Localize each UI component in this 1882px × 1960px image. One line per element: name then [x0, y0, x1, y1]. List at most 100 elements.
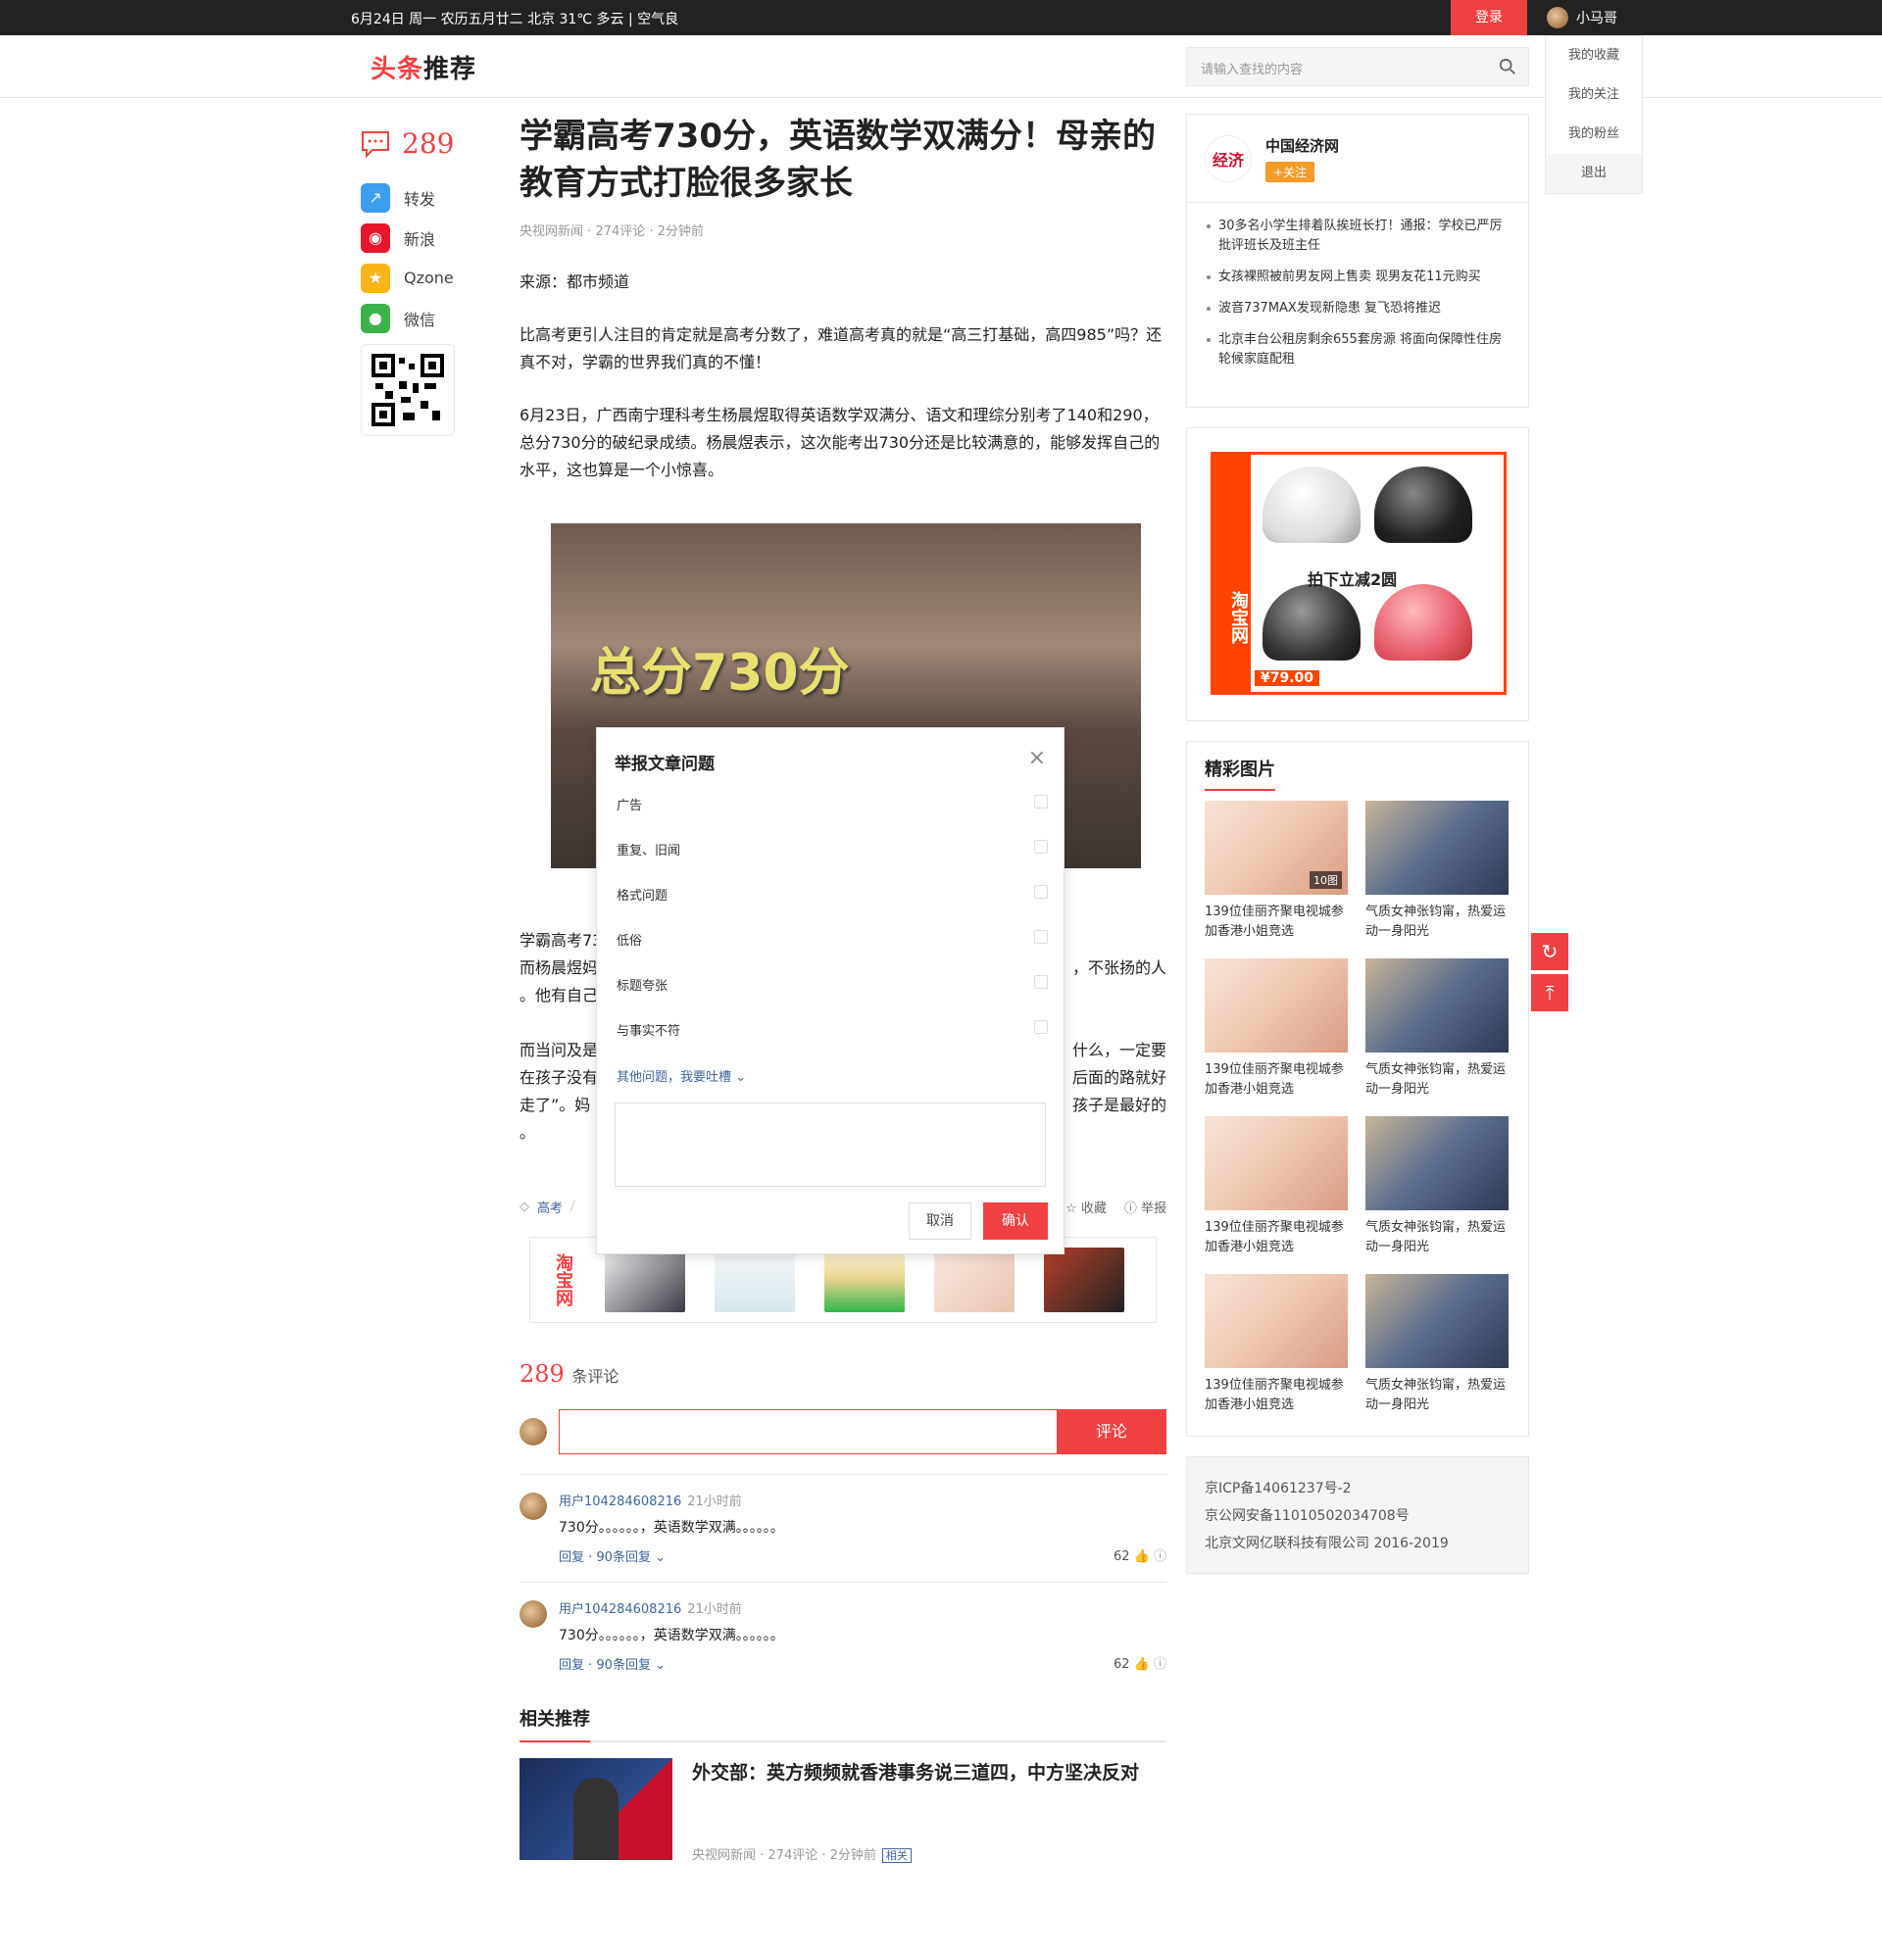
share-wechat[interactable]: ● 微信 — [361, 298, 488, 338]
ad-product[interactable] — [934, 1248, 1015, 1312]
gallery-item[interactable]: 气质女神张钧甯，热爱运动一身阳光 — [1365, 1116, 1509, 1257]
collect-button[interactable]: ☆ 收藏 — [1065, 1198, 1107, 1216]
taobao-logo: 淘宝网 — [553, 1253, 573, 1306]
report-dialog: 举报文章问题 × 广告 重复、旧闻 格式问题 低俗 标题夸张 与事实不符 其他问… — [596, 727, 1065, 1254]
menu-item-logout[interactable]: 退出 — [1546, 154, 1642, 193]
news-link[interactable]: 30多名小学生排着队挨班长打！通报：学校已严厉批评班长及班主任 — [1205, 211, 1511, 262]
gallery-item[interactable]: 139位佳丽齐聚电视城参加香港小姐竞选 — [1205, 958, 1348, 1100]
comment-text: 730分。。。。。。，英语数学双满。。。。。。 — [559, 1520, 784, 1536]
checkbox[interactable] — [1034, 930, 1048, 944]
side-ad[interactable]: 淘宝网 拍下立减2圆 ¥79.00 — [1186, 427, 1529, 721]
confirm-button[interactable]: 确认 — [983, 1202, 1048, 1240]
report-button[interactable]: ⓘ 举报 — [1124, 1198, 1166, 1216]
ad-product[interactable] — [1044, 1248, 1124, 1312]
helmet-ad[interactable]: 淘宝网 拍下立减2圆 ¥79.00 — [1211, 452, 1507, 695]
report-option[interactable]: 格式问题 — [617, 885, 1048, 904]
refresh-button[interactable]: ↻ — [1531, 933, 1568, 970]
comment-likes[interactable]: 62 👍 ⓘ — [1114, 1545, 1166, 1564]
checkbox[interactable] — [1034, 1020, 1048, 1034]
checkbox[interactable] — [1034, 975, 1048, 989]
comment-time: 21小时前 — [687, 1494, 742, 1509]
comment-likes[interactable]: 62 👍 ⓘ — [1114, 1653, 1166, 1672]
close-icon[interactable]: × — [1028, 746, 1046, 770]
report-option[interactable]: 标题夸张 — [617, 975, 1048, 994]
report-option[interactable]: 与事实不符 — [617, 1020, 1048, 1039]
comment-item: 用户104284608216 21小时前 730分。。。。。。，英语数学双满。。。… — [520, 1582, 1166, 1690]
media-logo[interactable]: 经济 — [1205, 134, 1252, 182]
back-to-top-button[interactable]: ⤒ — [1531, 974, 1568, 1011]
ad-product[interactable] — [824, 1248, 905, 1312]
tag-link[interactable]: 高考 — [537, 1198, 563, 1216]
follow-button[interactable]: +关注 — [1265, 161, 1315, 182]
search-input[interactable]: 请输入查找的内容 — [1186, 47, 1529, 86]
gallery-item[interactable]: 气质女神张钧甯，热爱运动一身阳光 — [1365, 801, 1509, 942]
comment-count-link[interactable]: 289 — [361, 127, 488, 160]
related-section: 相关推荐 外交部：英方频频就香港事务说三道四，中方坚决反对 央视网新闻 · 27… — [520, 1705, 1166, 1863]
thumbs-up-icon: 👍 — [1133, 1549, 1150, 1564]
ad-product[interactable] — [605, 1248, 685, 1312]
news-link[interactable]: 波音737MAX发现新隐患 复飞恐将推迟 — [1205, 293, 1511, 324]
comment-reply-link[interactable]: 回复 · 90条回复 ⌄ — [559, 1546, 1166, 1565]
menu-item-fans[interactable]: 我的粉丝 — [1546, 115, 1642, 154]
avatar — [520, 1418, 547, 1446]
share-qzone[interactable]: ★ Qzone — [361, 258, 488, 298]
report-option[interactable]: 重复、旧闻 — [617, 840, 1048, 858]
share-weibo[interactable]: ◉ 新浪 — [361, 218, 488, 258]
related-item[interactable]: 外交部：英方频频就香港事务说三道四，中方坚决反对 央视网新闻 · 274评论 ·… — [520, 1758, 1166, 1863]
article: 学霸高考730分，英语数学双满分！母亲的教育方式打脸很多家长 央视网新闻 · 2… — [520, 113, 1166, 484]
ad-price: ¥79.00 — [1255, 670, 1320, 686]
comment-submit-button[interactable]: 评论 — [1057, 1409, 1166, 1454]
wechat-icon: ● — [361, 303, 390, 333]
share-sidebar: 289 ↗ 转发 ◉ 新浪 ★ Qzone ● 微信 — [361, 127, 488, 436]
report-textarea[interactable] — [615, 1102, 1046, 1187]
comment-user[interactable]: 用户104284608216 — [559, 1602, 681, 1617]
gallery-item[interactable]: 气质女神张钧甯，热爱运动一身阳光 — [1365, 958, 1509, 1100]
menu-item-collect[interactable]: 我的收藏 — [1546, 36, 1642, 75]
ad-product[interactable] — [715, 1248, 795, 1312]
checkbox[interactable] — [1034, 795, 1048, 808]
comment-input[interactable] — [559, 1409, 1057, 1454]
gallery: 精彩图片 10图 139位佳丽齐聚电视城参加香港小姐竞选 气质女神张钧甯，热爱运动… — [1186, 741, 1529, 1437]
media-name[interactable]: 中国经济网 — [1265, 135, 1339, 156]
comment-reply-link[interactable]: 回复 · 90条回复 ⌄ — [559, 1654, 1166, 1673]
image-count-badge: 10图 — [1310, 871, 1342, 889]
related-headline[interactable]: 外交部：英方频频就香港事务说三道四，中方坚决反对 — [692, 1758, 1139, 1788]
article-source: 来源：都市频道 — [520, 272, 630, 291]
comment-text: 730分。。。。。。，英语数学双满。。。。。。 — [559, 1628, 784, 1643]
menu-item-follow[interactable]: 我的关注 — [1546, 75, 1642, 115]
gallery-item[interactable]: 139位佳丽齐聚电视城参加香港小姐竞选 — [1205, 1274, 1348, 1415]
gallery-item[interactable]: 10图 139位佳丽齐聚电视城参加香港小姐竞选 — [1205, 801, 1348, 942]
comment-header: 289 条评论 — [520, 1360, 619, 1388]
date-weather: 6月24日 周一 农历五月廿二 北京 31℃ 多云 | 空气良 — [351, 12, 679, 27]
avatar — [520, 1600, 547, 1628]
comment-item: 用户104284608216 21小时前 730分。。。。。。，英语数学双满。。。… — [520, 1474, 1166, 1582]
report-icon: ⓘ — [1153, 1549, 1166, 1564]
report-option[interactable]: 广告 — [617, 795, 1048, 813]
comment-icon — [362, 130, 389, 158]
news-link[interactable]: 女孩裸照被前男友网上售卖 现男友花11元购买 — [1205, 262, 1511, 293]
user-menu-trigger[interactable]: 小马哥 — [1547, 7, 1617, 28]
search-icon[interactable] — [1499, 58, 1516, 75]
gallery-item[interactable]: 气质女神张钧甯，热爱运动一身阳光 — [1365, 1274, 1509, 1415]
article-paragraph: 6月23日，广西南宁理科考生杨晨煜取得英语数学双满分、语文和理综分别考了140和… — [520, 406, 1161, 479]
checkbox[interactable] — [1034, 840, 1048, 854]
comment-time: 21小时前 — [687, 1602, 742, 1617]
login-button[interactable]: 登录 — [1451, 0, 1527, 35]
arrow-up-icon: ⤒ — [1545, 981, 1555, 1004]
related-meta: 央视网新闻 · 274评论 · 2分钟前 相关 — [692, 1844, 1139, 1863]
related-thumbnail[interactable] — [520, 1758, 672, 1860]
report-icon: ⓘ — [1153, 1657, 1166, 1672]
news-link[interactable]: 北京丰台公租房剩余655套房源 将面向保障性住房轮候家庭配租 — [1205, 324, 1511, 375]
gallery-item[interactable]: 139位佳丽齐聚电视城参加香港小姐竞选 — [1205, 1116, 1348, 1257]
share-repost[interactable]: ↗ 转发 — [361, 177, 488, 218]
comment-user[interactable]: 用户104284608216 — [559, 1494, 681, 1509]
report-option[interactable]: 低俗 — [617, 930, 1048, 949]
username: 小马哥 — [1576, 11, 1617, 26]
thumbs-up-icon: 👍 — [1133, 1657, 1150, 1672]
gallery-title: 精彩图片 — [1187, 742, 1528, 791]
cancel-button[interactable]: 取消 — [909, 1202, 971, 1240]
logo[interactable]: 头条推荐 — [371, 49, 476, 85]
avatar — [1547, 7, 1568, 28]
checkbox[interactable] — [1034, 885, 1048, 899]
other-issue-toggle[interactable]: 其他问题，我要吐槽 ⌄ — [617, 1066, 746, 1085]
